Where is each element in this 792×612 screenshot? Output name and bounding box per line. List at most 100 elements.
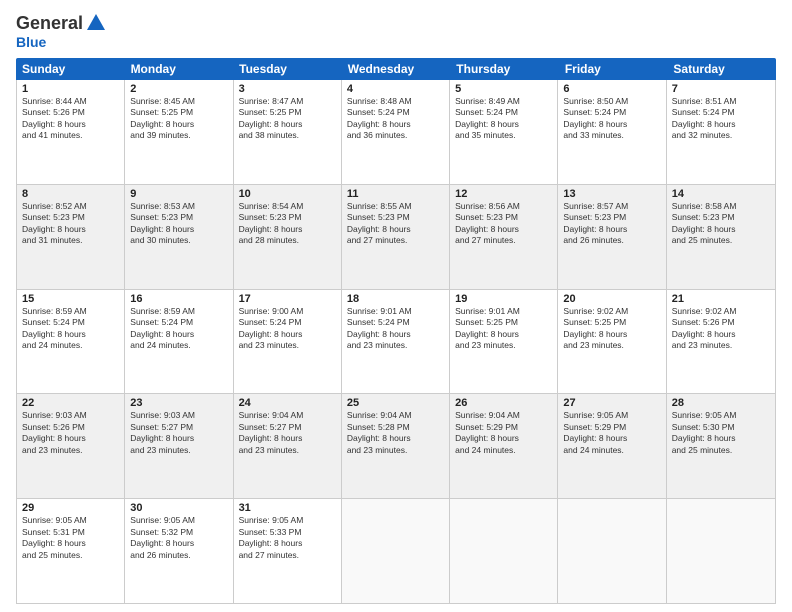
day-info: Sunrise: 9:05 AM Sunset: 5:29 PM Dayligh… <box>563 410 660 456</box>
day-info: Sunrise: 9:05 AM Sunset: 5:30 PM Dayligh… <box>672 410 770 456</box>
day-info: Sunrise: 9:05 AM Sunset: 5:31 PM Dayligh… <box>22 515 119 561</box>
header-day-tuesday: Tuesday <box>233 58 342 80</box>
day-info: Sunrise: 9:03 AM Sunset: 5:26 PM Dayligh… <box>22 410 119 456</box>
day-cell-19: 19Sunrise: 9:01 AM Sunset: 5:25 PM Dayli… <box>450 290 558 394</box>
day-info: Sunrise: 9:04 AM Sunset: 5:29 PM Dayligh… <box>455 410 552 456</box>
day-number: 12 <box>455 188 552 200</box>
page-header: General Blue <box>16 12 776 50</box>
header-day-friday: Friday <box>559 58 668 80</box>
day-number: 14 <box>672 188 770 200</box>
day-info: Sunrise: 8:55 AM Sunset: 5:23 PM Dayligh… <box>347 201 444 247</box>
day-info: Sunrise: 8:50 AM Sunset: 5:24 PM Dayligh… <box>563 96 660 142</box>
day-info: Sunrise: 8:45 AM Sunset: 5:25 PM Dayligh… <box>130 96 227 142</box>
day-info: Sunrise: 8:53 AM Sunset: 5:23 PM Dayligh… <box>130 201 227 247</box>
day-info: Sunrise: 8:59 AM Sunset: 5:24 PM Dayligh… <box>22 306 119 352</box>
day-number: 25 <box>347 397 444 409</box>
day-cell-15: 15Sunrise: 8:59 AM Sunset: 5:24 PM Dayli… <box>17 290 125 394</box>
empty-cell-4-3 <box>342 499 450 603</box>
empty-cell-4-4 <box>450 499 558 603</box>
day-number: 19 <box>455 293 552 305</box>
day-cell-25: 25Sunrise: 9:04 AM Sunset: 5:28 PM Dayli… <box>342 394 450 498</box>
day-info: Sunrise: 8:51 AM Sunset: 5:24 PM Dayligh… <box>672 96 770 142</box>
calendar-row-4: 29Sunrise: 9:05 AM Sunset: 5:31 PM Dayli… <box>17 499 775 603</box>
day-cell-3: 3Sunrise: 8:47 AM Sunset: 5:25 PM Daylig… <box>234 80 342 184</box>
day-cell-14: 14Sunrise: 8:58 AM Sunset: 5:23 PM Dayli… <box>667 185 775 289</box>
day-cell-6: 6Sunrise: 8:50 AM Sunset: 5:24 PM Daylig… <box>558 80 666 184</box>
day-info: Sunrise: 9:05 AM Sunset: 5:32 PM Dayligh… <box>130 515 227 561</box>
header-day-wednesday: Wednesday <box>342 58 451 80</box>
header-day-thursday: Thursday <box>450 58 559 80</box>
calendar-row-2: 15Sunrise: 8:59 AM Sunset: 5:24 PM Dayli… <box>17 290 775 395</box>
day-number: 2 <box>130 83 227 95</box>
logo: General Blue <box>16 12 107 50</box>
day-number: 20 <box>563 293 660 305</box>
day-cell-13: 13Sunrise: 8:57 AM Sunset: 5:23 PM Dayli… <box>558 185 666 289</box>
day-cell-31: 31Sunrise: 9:05 AM Sunset: 5:33 PM Dayli… <box>234 499 342 603</box>
header-day-monday: Monday <box>125 58 234 80</box>
header-day-sunday: Sunday <box>16 58 125 80</box>
day-info: Sunrise: 8:49 AM Sunset: 5:24 PM Dayligh… <box>455 96 552 142</box>
day-cell-16: 16Sunrise: 8:59 AM Sunset: 5:24 PM Dayli… <box>125 290 233 394</box>
day-number: 1 <box>22 83 119 95</box>
logo-text: General <box>16 12 107 34</box>
logo-blue-text: Blue <box>16 34 46 50</box>
day-number: 3 <box>239 83 336 95</box>
day-info: Sunrise: 8:57 AM Sunset: 5:23 PM Dayligh… <box>563 201 660 247</box>
day-info: Sunrise: 9:04 AM Sunset: 5:27 PM Dayligh… <box>239 410 336 456</box>
day-info: Sunrise: 9:02 AM Sunset: 5:26 PM Dayligh… <box>672 306 770 352</box>
day-cell-22: 22Sunrise: 9:03 AM Sunset: 5:26 PM Dayli… <box>17 394 125 498</box>
day-number: 16 <box>130 293 227 305</box>
logo-icon <box>85 12 107 34</box>
day-number: 4 <box>347 83 444 95</box>
day-number: 22 <box>22 397 119 409</box>
calendar: SundayMondayTuesdayWednesdayThursdayFrid… <box>16 58 776 604</box>
day-cell-12: 12Sunrise: 8:56 AM Sunset: 5:23 PM Dayli… <box>450 185 558 289</box>
day-cell-9: 9Sunrise: 8:53 AM Sunset: 5:23 PM Daylig… <box>125 185 233 289</box>
day-number: 13 <box>563 188 660 200</box>
day-cell-28: 28Sunrise: 9:05 AM Sunset: 5:30 PM Dayli… <box>667 394 775 498</box>
day-number: 27 <box>563 397 660 409</box>
day-number: 11 <box>347 188 444 200</box>
day-cell-23: 23Sunrise: 9:03 AM Sunset: 5:27 PM Dayli… <box>125 394 233 498</box>
calendar-page: General Blue SundayMondayTuesdayWednesda… <box>0 0 792 612</box>
day-cell-26: 26Sunrise: 9:04 AM Sunset: 5:29 PM Dayli… <box>450 394 558 498</box>
day-info: Sunrise: 8:52 AM Sunset: 5:23 PM Dayligh… <box>22 201 119 247</box>
day-number: 9 <box>130 188 227 200</box>
day-number: 17 <box>239 293 336 305</box>
day-number: 29 <box>22 502 119 514</box>
day-info: Sunrise: 9:03 AM Sunset: 5:27 PM Dayligh… <box>130 410 227 456</box>
day-cell-27: 27Sunrise: 9:05 AM Sunset: 5:29 PM Dayli… <box>558 394 666 498</box>
day-cell-1: 1Sunrise: 8:44 AM Sunset: 5:26 PM Daylig… <box>17 80 125 184</box>
calendar-header: SundayMondayTuesdayWednesdayThursdayFrid… <box>16 58 776 80</box>
day-info: Sunrise: 9:01 AM Sunset: 5:25 PM Dayligh… <box>455 306 552 352</box>
day-number: 15 <box>22 293 119 305</box>
day-info: Sunrise: 8:59 AM Sunset: 5:24 PM Dayligh… <box>130 306 227 352</box>
day-cell-29: 29Sunrise: 9:05 AM Sunset: 5:31 PM Dayli… <box>17 499 125 603</box>
day-info: Sunrise: 8:54 AM Sunset: 5:23 PM Dayligh… <box>239 201 336 247</box>
day-cell-10: 10Sunrise: 8:54 AM Sunset: 5:23 PM Dayli… <box>234 185 342 289</box>
day-number: 10 <box>239 188 336 200</box>
day-number: 26 <box>455 397 552 409</box>
day-number: 18 <box>347 293 444 305</box>
day-info: Sunrise: 9:01 AM Sunset: 5:24 PM Dayligh… <box>347 306 444 352</box>
day-number: 24 <box>239 397 336 409</box>
day-cell-18: 18Sunrise: 9:01 AM Sunset: 5:24 PM Dayli… <box>342 290 450 394</box>
day-cell-8: 8Sunrise: 8:52 AM Sunset: 5:23 PM Daylig… <box>17 185 125 289</box>
day-cell-2: 2Sunrise: 8:45 AM Sunset: 5:25 PM Daylig… <box>125 80 233 184</box>
day-info: Sunrise: 9:00 AM Sunset: 5:24 PM Dayligh… <box>239 306 336 352</box>
day-info: Sunrise: 8:56 AM Sunset: 5:23 PM Dayligh… <box>455 201 552 247</box>
day-number: 28 <box>672 397 770 409</box>
day-cell-5: 5Sunrise: 8:49 AM Sunset: 5:24 PM Daylig… <box>450 80 558 184</box>
logo-general: General <box>16 13 83 34</box>
calendar-row-1: 8Sunrise: 8:52 AM Sunset: 5:23 PM Daylig… <box>17 185 775 290</box>
day-info: Sunrise: 8:48 AM Sunset: 5:24 PM Dayligh… <box>347 96 444 142</box>
day-cell-30: 30Sunrise: 9:05 AM Sunset: 5:32 PM Dayli… <box>125 499 233 603</box>
day-cell-11: 11Sunrise: 8:55 AM Sunset: 5:23 PM Dayli… <box>342 185 450 289</box>
calendar-row-0: 1Sunrise: 8:44 AM Sunset: 5:26 PM Daylig… <box>17 80 775 185</box>
day-info: Sunrise: 9:05 AM Sunset: 5:33 PM Dayligh… <box>239 515 336 561</box>
day-info: Sunrise: 8:44 AM Sunset: 5:26 PM Dayligh… <box>22 96 119 142</box>
empty-cell-4-6 <box>667 499 775 603</box>
calendar-body: 1Sunrise: 8:44 AM Sunset: 5:26 PM Daylig… <box>16 80 776 604</box>
day-number: 7 <box>672 83 770 95</box>
day-number: 5 <box>455 83 552 95</box>
